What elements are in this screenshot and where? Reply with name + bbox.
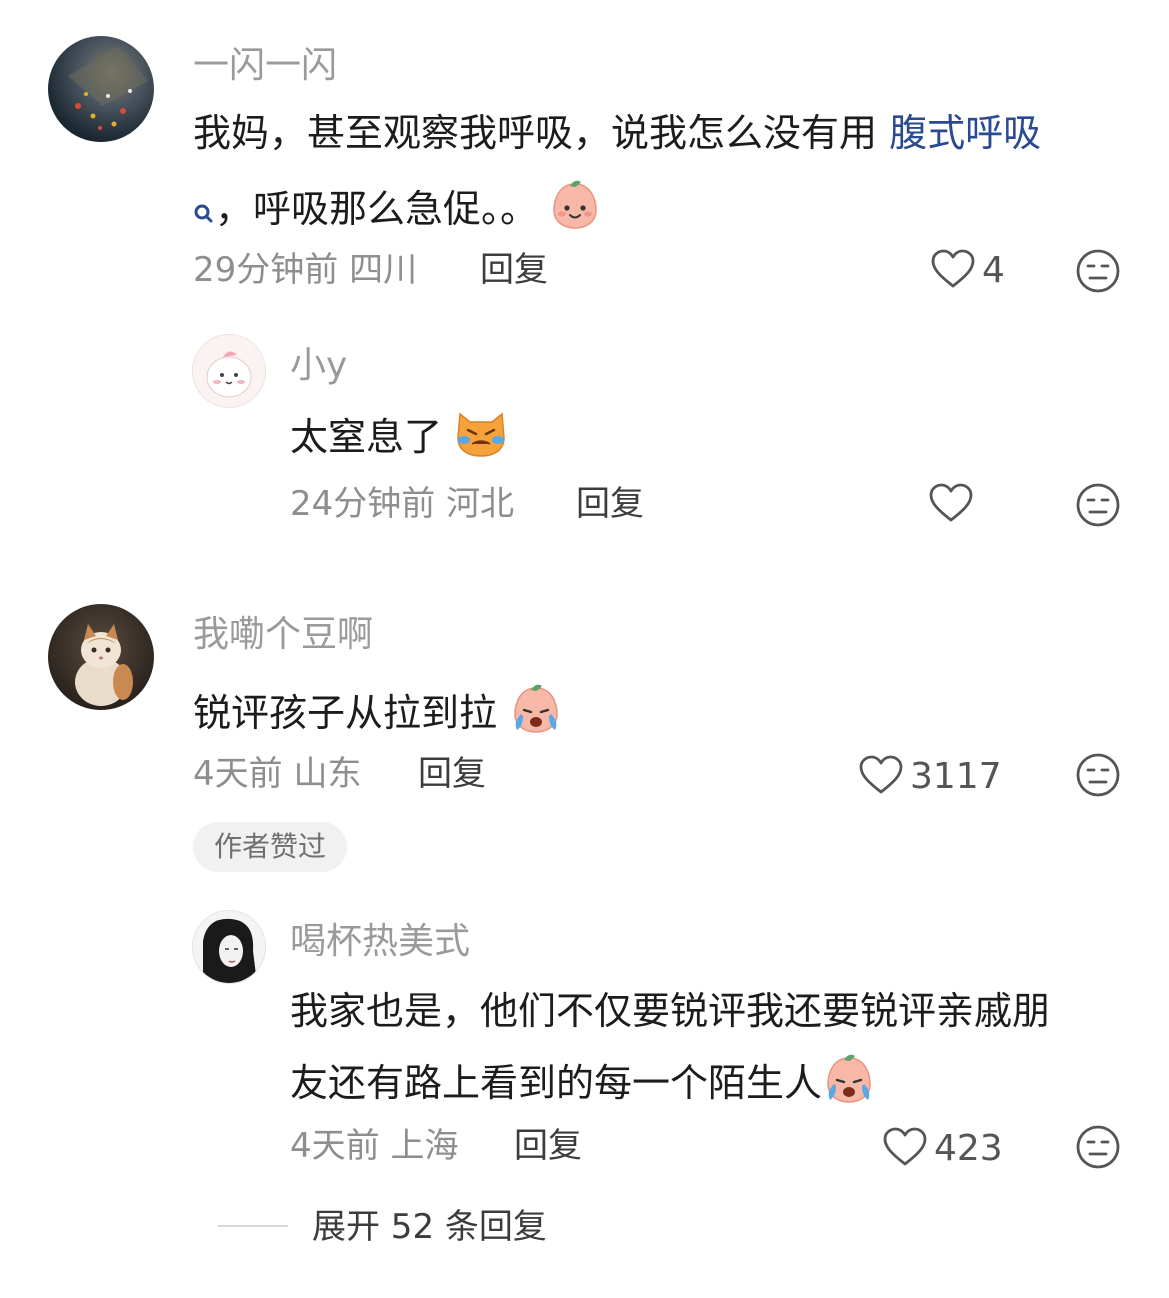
- avatar[interactable]: [192, 910, 266, 984]
- expand-divider: [218, 1225, 288, 1227]
- dislike-button[interactable]: [1075, 482, 1121, 528]
- reply-time: 24分钟前: [290, 484, 436, 524]
- comment-location: 四川: [349, 250, 418, 290]
- heart-icon: [930, 248, 976, 294]
- neutral-face-icon: [1076, 483, 1120, 527]
- comment-text-part: ，呼吸那么急促。。: [215, 187, 539, 231]
- reply-button[interactable]: 回复: [418, 754, 486, 794]
- comment-text-content: 锐评孩子从拉到拉: [193, 691, 498, 735]
- avatar[interactable]: [48, 604, 154, 710]
- comment-username[interactable]: 我嘞个豆啊: [193, 613, 373, 657]
- comment-text-part: 我妈，甚至观察我呼吸，说我怎么没有用: [193, 111, 890, 155]
- like-button[interactable]: 4: [930, 248, 1005, 294]
- comment-meta: 29分钟前 四川: [193, 250, 417, 290]
- reply-button[interactable]: 回复: [514, 1126, 582, 1166]
- reply-text-content: 友还有路上看到的每一个陌生人: [290, 1061, 823, 1105]
- reply-username[interactable]: 喝杯热美式: [290, 920, 470, 964]
- dislike-button[interactable]: [1075, 248, 1121, 294]
- like-button[interactable]: 423: [882, 1126, 1003, 1172]
- like-count: 3117: [910, 756, 1002, 797]
- crying-emoji-icon: [509, 682, 563, 744]
- heart-icon: [928, 482, 974, 528]
- heart-icon: [882, 1126, 928, 1172]
- comment-text-line2: ，呼吸那么急促。。: [193, 178, 600, 240]
- reply-button[interactable]: 回复: [576, 484, 644, 524]
- reply-text-line2: 友还有路上看到的每一个陌生人: [290, 1052, 876, 1114]
- reply-text-content: 太窒息了: [290, 415, 443, 459]
- reply-button[interactable]: 回复: [480, 250, 548, 290]
- neutral-face-icon: [1076, 249, 1120, 293]
- neutral-face-icon: [1076, 753, 1120, 797]
- smile-emoji-icon: [550, 178, 600, 240]
- reply-location: 上海: [390, 1126, 459, 1166]
- reply-text-line1: 我家也是，他们不仅要锐评我还要锐评亲戚朋: [290, 989, 1051, 1033]
- reply-meta: 24分钟前 河北: [290, 484, 514, 524]
- comment-text: 我妈，甚至观察我呼吸，说我怎么没有用 腹式呼吸: [193, 110, 1041, 156]
- topic-link[interactable]: 腹式呼吸: [889, 111, 1041, 155]
- search-icon[interactable]: [193, 189, 215, 235]
- dislike-button[interactable]: [1075, 1124, 1121, 1170]
- reply-meta: 4天前 上海: [290, 1126, 458, 1166]
- comment-time: 29分钟前: [193, 250, 339, 290]
- reply-time: 4天前: [290, 1126, 380, 1166]
- like-button[interactable]: 3117: [858, 754, 1002, 800]
- expand-replies-button[interactable]: 展开 52 条回复: [312, 1206, 547, 1248]
- reply-text: 太窒息了: [290, 408, 508, 468]
- dislike-button[interactable]: [1075, 752, 1121, 798]
- like-count: 4: [982, 250, 1005, 291]
- heart-icon: [858, 754, 904, 800]
- avatar[interactable]: [48, 36, 154, 142]
- like-button[interactable]: [928, 482, 980, 528]
- comment-meta: 4天前 山东: [193, 754, 361, 794]
- reply-username[interactable]: 小y: [290, 344, 347, 388]
- comment-username[interactable]: 一闪一闪: [193, 44, 337, 88]
- comment-location: 山东: [293, 754, 362, 794]
- comment-text: 锐评孩子从拉到拉: [193, 682, 563, 744]
- crying-emoji-icon: [822, 1052, 876, 1114]
- comment-time: 4天前: [193, 754, 283, 794]
- neutral-face-icon: [1076, 1125, 1120, 1169]
- reply-location: 河北: [446, 484, 515, 524]
- crying-cat-emoji-icon: [454, 408, 508, 468]
- avatar[interactable]: [192, 334, 266, 408]
- author-liked-badge: 作者赞过: [193, 822, 347, 872]
- like-count: 423: [934, 1128, 1003, 1169]
